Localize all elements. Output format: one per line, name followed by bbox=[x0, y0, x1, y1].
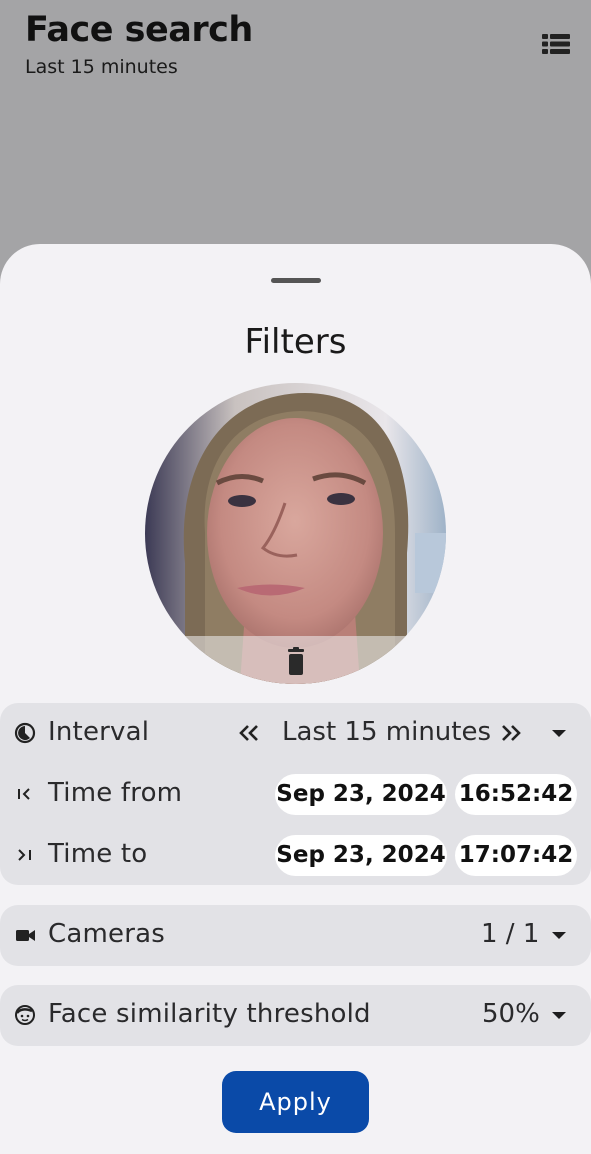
cameras-label: Cameras bbox=[48, 919, 165, 949]
interval-icon bbox=[14, 722, 36, 744]
double-chevron-left-icon[interactable] bbox=[234, 718, 264, 748]
time-to-row: Time to Sep 23, 2024 17:07:42 bbox=[0, 825, 591, 885]
cameras-row[interactable]: Cameras 1 / 1 bbox=[0, 905, 591, 966]
double-chevron-right-icon[interactable] bbox=[496, 718, 526, 748]
time-from-label: Time from bbox=[48, 778, 183, 808]
time-from-date[interactable]: Sep 23, 2024 bbox=[275, 774, 447, 815]
list-icon[interactable] bbox=[539, 30, 573, 58]
time-to-icon bbox=[14, 844, 36, 866]
threshold-row[interactable]: Face similarity threshold 50% bbox=[0, 985, 591, 1046]
filters-sheet: Filters Interval Last 15 minutes Time fr… bbox=[0, 244, 591, 1154]
time-to-date[interactable]: Sep 23, 2024 bbox=[275, 835, 447, 876]
threshold-label: Face similarity threshold bbox=[48, 999, 371, 1029]
sheet-title: Filters bbox=[244, 322, 347, 362]
face-icon bbox=[14, 1004, 36, 1026]
interval-label: Interval bbox=[48, 717, 150, 747]
camera-icon bbox=[14, 924, 36, 946]
apply-button[interactable]: Apply bbox=[222, 1071, 369, 1133]
trash-icon[interactable] bbox=[280, 645, 312, 677]
cameras-dropdown-icon[interactable] bbox=[552, 932, 566, 939]
time-to-time[interactable]: 17:07:42 bbox=[455, 835, 577, 876]
time-to-label: Time to bbox=[48, 839, 148, 869]
page-title: Face search bbox=[25, 10, 253, 50]
threshold-dropdown-icon[interactable] bbox=[552, 1012, 566, 1019]
time-from-time[interactable]: 16:52:42 bbox=[455, 774, 577, 815]
interval-row[interactable]: Interval Last 15 minutes bbox=[0, 703, 591, 763]
cameras-value: 1 / 1 bbox=[481, 919, 540, 949]
threshold-value: 50% bbox=[482, 999, 540, 1029]
interval-dropdown-icon[interactable] bbox=[552, 730, 566, 737]
time-from-icon bbox=[14, 783, 36, 805]
sheet-grabber[interactable] bbox=[271, 278, 321, 283]
interval-value[interactable]: Last 15 minutes bbox=[282, 717, 491, 747]
face-photo[interactable] bbox=[145, 383, 446, 684]
time-filter-group: Interval Last 15 minutes Time from Sep 2… bbox=[0, 703, 591, 885]
time-from-row: Time from Sep 23, 2024 16:52:42 bbox=[0, 764, 591, 824]
page-subtitle: Last 15 minutes bbox=[25, 56, 178, 78]
app-header: Face search Last 15 minutes bbox=[0, 0, 591, 250]
